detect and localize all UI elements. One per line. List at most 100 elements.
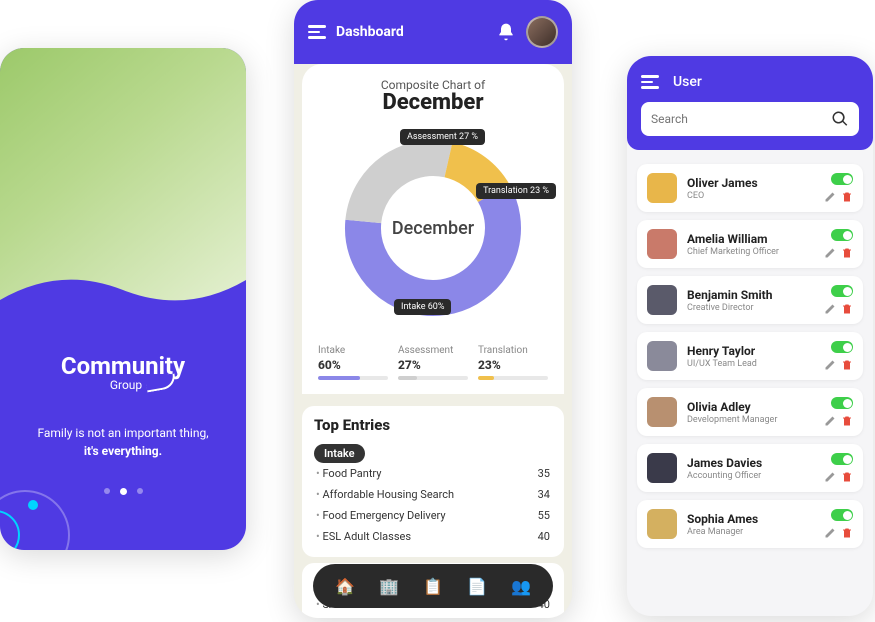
user-screen: User Oliver JamesCEO Amelia WilliamChief … (627, 56, 873, 616)
page-title: User (673, 74, 702, 90)
entry-name: Affordable Housing Search (316, 488, 454, 501)
logo-sub: Group (110, 378, 142, 392)
entry-row: Food Pantry 35 (314, 463, 552, 484)
edit-icon[interactable] (824, 471, 836, 483)
active-toggle[interactable] (831, 173, 853, 185)
delete-icon[interactable] (841, 359, 853, 371)
search-icon[interactable] (831, 110, 849, 128)
avatar (647, 453, 677, 483)
stats-row: Intake60%Assessment27%Translation23% (314, 345, 552, 380)
user-name: Oliver James (687, 176, 814, 190)
user-card[interactable]: Olivia AdleyDevelopment Manager (637, 388, 863, 436)
nav-clipboard-icon[interactable]: 📋 (422, 575, 444, 597)
active-toggle[interactable] (831, 397, 853, 409)
dashboard-screen: Dashboard Composite Chart of December De… (294, 0, 572, 618)
label-translation: Translation 23 % (476, 183, 556, 199)
splash-screen: Community Group Family is not an importa… (0, 48, 246, 550)
user-card[interactable]: Henry TaylorUI/UX Team Lead (637, 332, 863, 380)
avatar (647, 229, 677, 259)
entry-row: Affordable Housing Search 34 (314, 484, 552, 505)
avatar (647, 173, 677, 203)
edit-icon[interactable] (824, 527, 836, 539)
stat-value: 27% (398, 358, 468, 372)
entry-name: Food Pantry (316, 467, 381, 480)
delete-icon[interactable] (841, 471, 853, 483)
user-role: Creative Director (687, 303, 814, 313)
intake-chip: Intake (314, 444, 365, 463)
entry-row: MOODY33 (314, 615, 552, 618)
user-name: James Davies (687, 456, 814, 470)
delete-icon[interactable] (841, 527, 853, 539)
user-header: User (627, 56, 873, 150)
user-role: Development Manager (687, 415, 814, 425)
search-input[interactable] (651, 112, 831, 126)
active-toggle[interactable] (831, 341, 853, 353)
delete-icon[interactable] (841, 191, 853, 203)
bottom-nav: 🏠 🏢 📋 📄 👥 (313, 564, 553, 608)
edit-icon[interactable] (824, 359, 836, 371)
edit-icon[interactable] (824, 191, 836, 203)
active-toggle[interactable] (831, 229, 853, 241)
entry-count: 55 (538, 509, 550, 522)
dot-1[interactable] (104, 488, 110, 494)
search-box[interactable] (641, 102, 859, 136)
user-card[interactable]: James DaviesAccounting Officer (637, 444, 863, 492)
edit-icon[interactable] (824, 303, 836, 315)
bell-icon[interactable] (496, 22, 516, 42)
dashboard-header: Dashboard (294, 0, 572, 64)
nav-home-icon[interactable]: 🏠 (334, 575, 356, 597)
delete-icon[interactable] (841, 247, 853, 259)
avatar (647, 341, 677, 371)
tagline-2: it's everything. (20, 442, 226, 460)
stat-intake: Intake 60% (318, 345, 388, 380)
logo-main: Community (20, 352, 226, 380)
user-role: Accounting Officer (687, 471, 814, 481)
entry-row: Food Emergency Delivery 55 (314, 505, 552, 526)
user-name: Benjamin Smith (687, 288, 814, 302)
delete-icon[interactable] (841, 303, 853, 315)
hero-photo (0, 48, 246, 328)
entry-name: ESL Adult Classes (316, 530, 411, 543)
stat-label: Translation (478, 345, 548, 356)
menu-icon[interactable] (641, 75, 659, 89)
entry-count: 34 (538, 488, 550, 501)
stat-translation: Translation23% (478, 345, 548, 380)
top-entries-title: Top Entries (314, 416, 552, 434)
avatar (647, 285, 677, 315)
active-toggle[interactable] (831, 509, 853, 521)
donut-chart: December Assessment 27 % Translation 23 … (328, 123, 538, 333)
stat-label: Intake (318, 345, 388, 356)
nav-users-icon[interactable]: 👥 (510, 575, 532, 597)
active-toggle[interactable] (831, 285, 853, 297)
user-role: UI/UX Team Lead (687, 359, 814, 369)
user-name: Amelia William (687, 232, 814, 246)
edit-icon[interactable] (824, 247, 836, 259)
delete-icon[interactable] (841, 415, 853, 427)
nav-building-icon[interactable]: 🏢 (378, 575, 400, 597)
label-intake: Intake 60% (394, 299, 451, 315)
entry-count: 35 (538, 467, 550, 480)
user-name: Sophia Ames (687, 512, 814, 526)
stat-value: 60% (318, 358, 388, 372)
menu-icon[interactable] (308, 25, 326, 39)
user-card[interactable]: Oliver JamesCEO (637, 164, 863, 212)
avatar[interactable] (526, 16, 558, 48)
dot-3[interactable] (137, 488, 143, 494)
dot-2[interactable] (120, 488, 127, 495)
user-card[interactable]: Amelia WilliamChief Marketing Officer (637, 220, 863, 268)
chart-card: Composite Chart of December December Ass… (302, 64, 564, 394)
avatar (647, 397, 677, 427)
entry-count: 40 (538, 530, 550, 543)
edit-icon[interactable] (824, 415, 836, 427)
user-card[interactable]: Sophia AmesArea Manager (637, 500, 863, 548)
entry-name: Food Emergency Delivery (316, 509, 446, 522)
page-title: Dashboard (336, 24, 486, 40)
user-role: Chief Marketing Officer (687, 247, 814, 257)
user-role: Area Manager (687, 527, 814, 537)
active-toggle[interactable] (831, 453, 853, 465)
avatar (647, 509, 677, 539)
nav-document-icon[interactable]: 📄 (466, 575, 488, 597)
decorative-circles (0, 480, 70, 550)
user-card[interactable]: Benjamin SmithCreative Director (637, 276, 863, 324)
entry-row: ESL Adult Classes 40 (314, 526, 552, 547)
